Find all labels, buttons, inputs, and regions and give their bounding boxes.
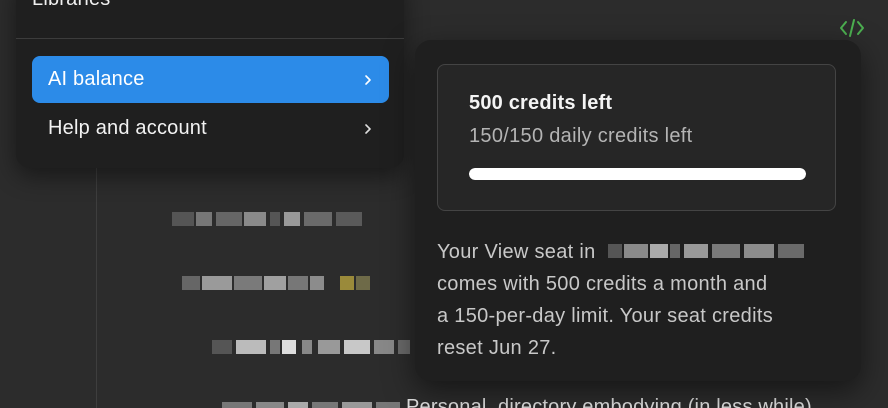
chevron-right-icon bbox=[363, 122, 373, 136]
menu-item-libraries[interactable]: Libraries bbox=[32, 0, 111, 11]
seat-line-3: a 150-per-day limit. Your seat credits bbox=[437, 305, 774, 327]
code-icon[interactable] bbox=[836, 14, 868, 42]
daily-credits-progress-fill bbox=[469, 168, 806, 180]
redacted-row-4 bbox=[222, 402, 402, 408]
seat-line-4: reset Jun 27. bbox=[437, 337, 557, 359]
menu-item-label: Help and account bbox=[48, 117, 207, 139]
seat-description: Your View seat in comes with 500 credits… bbox=[437, 236, 847, 364]
redacted-row-1 bbox=[172, 212, 362, 226]
daily-credits-left: 150/150 daily credits left bbox=[469, 125, 693, 147]
background-row-text: Personal, directory embodying (in less w… bbox=[406, 396, 812, 408]
menu-divider bbox=[16, 38, 404, 39]
menu-item-help-and-account[interactable]: Help and account bbox=[32, 105, 389, 152]
redacted-row-2 bbox=[182, 276, 372, 290]
menu-item-label: AI balance bbox=[48, 68, 145, 90]
redacted-team-name bbox=[607, 243, 804, 258]
seat-line-2: comes with 500 credits a month and bbox=[437, 273, 768, 295]
seat-line-1-text: Your View seat in bbox=[437, 241, 596, 263]
credits-left-title: 500 credits left bbox=[469, 92, 613, 114]
tree-guide-line bbox=[96, 160, 97, 408]
chevron-right-icon bbox=[363, 73, 373, 87]
app-canvas: Personal, directory embodying (in less w… bbox=[0, 0, 888, 408]
ai-balance-popover: 500 credits left 150/150 daily credits l… bbox=[415, 40, 861, 381]
menu-item-ai-balance[interactable]: AI balance bbox=[32, 56, 389, 103]
seat-line-1: Your View seat in bbox=[437, 236, 847, 268]
credits-card: 500 credits left 150/150 daily credits l… bbox=[437, 64, 836, 211]
daily-credits-progress bbox=[469, 168, 806, 180]
redacted-row-3 bbox=[212, 340, 412, 354]
